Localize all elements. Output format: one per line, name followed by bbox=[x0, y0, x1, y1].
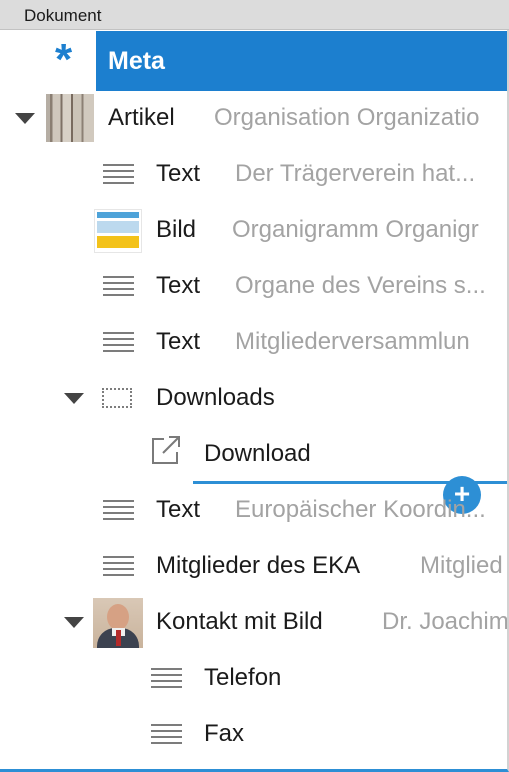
tree-item-downloads[interactable]: Downloads bbox=[0, 371, 507, 427]
text-lines-icon bbox=[151, 724, 182, 746]
text-lines-icon bbox=[103, 556, 134, 578]
artikel-thumbnail bbox=[46, 94, 94, 142]
tree-item-text[interactable]: Text Der Trägerverein hat... bbox=[0, 147, 507, 203]
tree-item-preview: Der Trägerverein hat... bbox=[235, 160, 476, 187]
asterisk-icon: * bbox=[55, 35, 73, 84]
tree-item-label: Text bbox=[156, 272, 201, 299]
tree-item-label: Text bbox=[156, 328, 201, 355]
tree-item-label: Telefon bbox=[204, 664, 282, 691]
tree-item-label: Download bbox=[204, 440, 311, 467]
tree-item-download[interactable]: Download bbox=[0, 427, 507, 483]
text-lines-icon bbox=[103, 332, 134, 354]
tree-item-mitglieder[interactable]: Mitglieder des EKA Mitglied bbox=[0, 539, 507, 595]
panel-title: Dokument bbox=[24, 6, 102, 25]
tree-item-kontakt[interactable]: Kontakt mit Bild Dr. Joachim bbox=[0, 595, 507, 651]
disclosure-triangle-icon[interactable] bbox=[15, 113, 35, 124]
text-lines-icon bbox=[103, 164, 134, 186]
tree-item-label: Bild bbox=[156, 216, 197, 243]
tree-item-label: Mitglieder des EKA bbox=[156, 552, 361, 579]
tree-item-label: Downloads bbox=[156, 384, 275, 411]
tree-item-preview: Europäischer Koordin... bbox=[235, 496, 486, 523]
tree-item-artikel[interactable]: Artikel Organisation Organizatio bbox=[0, 91, 507, 147]
tree-item-label: Kontakt mit Bild bbox=[156, 608, 323, 635]
document-panel-header: Dokument bbox=[0, 0, 509, 30]
tree-item-bild[interactable]: Bild Organigramm Organigr bbox=[0, 203, 507, 259]
selection-highlight: Meta bbox=[96, 31, 507, 91]
tree-item-preview: Organigramm Organigr bbox=[232, 216, 479, 243]
disclosure-triangle-icon[interactable] bbox=[64, 393, 84, 404]
contact-photo bbox=[93, 598, 143, 648]
tree-item-telefon[interactable]: Telefon bbox=[0, 651, 507, 707]
tree-item-label: Artikel bbox=[108, 104, 175, 131]
tree-item-fax[interactable]: Fax bbox=[0, 707, 507, 763]
tree-item-meta[interactable]: * Meta bbox=[0, 31, 507, 91]
tree-item-text[interactable]: Text Europäischer Koordin... bbox=[0, 483, 507, 539]
text-lines-icon bbox=[103, 276, 134, 298]
disclosure-triangle-icon[interactable] bbox=[64, 617, 84, 628]
tree-item-text[interactable]: Text Mitgliederversammlun bbox=[0, 315, 507, 371]
tree-item-label: Fax bbox=[204, 720, 245, 747]
tree-item-label: Meta bbox=[108, 47, 165, 75]
tree-item-preview: Mitgliederversammlun bbox=[235, 328, 470, 355]
tree-item-label: Text bbox=[156, 496, 201, 523]
tree-item-preview: Organisation Organizatio bbox=[214, 104, 480, 131]
tree-item-label: Text bbox=[156, 160, 201, 187]
tree-item-preview: Dr. Joachim bbox=[382, 608, 507, 635]
document-tree: * Meta Artikel Organisation Organizatio … bbox=[0, 30, 509, 772]
container-icon bbox=[102, 388, 132, 408]
tree-item-preview: Mitglied bbox=[420, 552, 503, 579]
tree-item-text[interactable]: Text Organe des Vereins s... bbox=[0, 259, 507, 315]
external-link-icon bbox=[150, 434, 182, 466]
text-lines-icon bbox=[103, 500, 134, 522]
text-lines-icon bbox=[151, 668, 182, 690]
tree-item-preview: Organe des Vereins s... bbox=[235, 272, 486, 299]
bild-thumbnail bbox=[94, 209, 142, 253]
